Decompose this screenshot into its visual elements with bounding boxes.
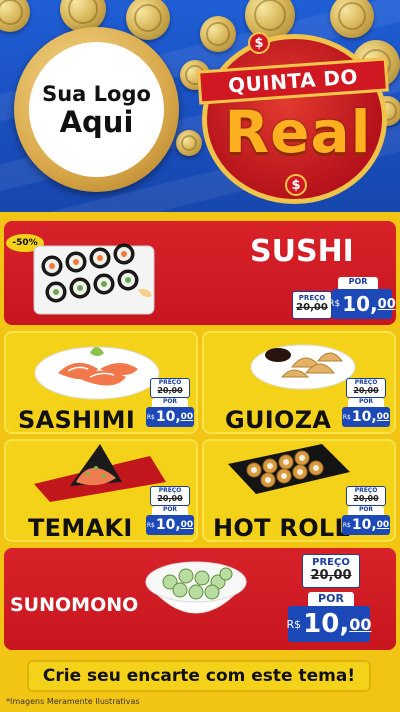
new-price-integer: 10: [342, 292, 371, 316]
por-label: POR: [338, 277, 378, 289]
old-price-label: PREÇO: [298, 294, 326, 302]
product-name-hot-roll: HOT ROLL: [213, 514, 351, 542]
currency-symbol: R$: [328, 299, 341, 309]
brand-emblem: QUINTA DO Real $ $: [190, 24, 400, 212]
logo-text-line2: Aqui: [59, 104, 134, 139]
product-name-temaki: TEMAKI: [28, 514, 133, 542]
new-price-cents: 00: [377, 296, 396, 312]
price-tag-sushi: PREÇO 20,00 POR R$ 10, 00: [292, 277, 396, 319]
coin-image: [0, 0, 30, 32]
brand-title-top: QUINTA DO: [227, 64, 359, 98]
dollar-coin-icon: $: [248, 32, 270, 54]
dollar-coin-icon: $: [285, 174, 307, 196]
price-tag-guioza: PREÇO 20,00 POR R$ 10, 00: [342, 378, 390, 427]
sashimi-plate-image: [34, 346, 160, 400]
logo-text-line1: Sua Logo: [42, 81, 151, 106]
disclaimer-text: *Imagens Meramente Ilustrativas: [6, 697, 140, 706]
product-name-sunomono: SUNOMONO: [10, 594, 139, 616]
coin-image: [126, 0, 170, 40]
brand-title-main: Real: [224, 98, 372, 166]
product-name-sushi: SUSHI: [250, 234, 354, 269]
old-price-value: 20,00: [296, 302, 328, 313]
sunomono-bowl-image: [144, 561, 248, 614]
price-tag-sashimi: PREÇO 20,00 POR R$ 10, 00: [146, 378, 194, 427]
hot-roll-plate-image: [228, 444, 350, 494]
call-to-action-banner[interactable]: Crie seu encarte com este tema!: [27, 660, 371, 692]
price-tag-hot-roll: PREÇO 20,00 POR R$ 10, 00: [342, 486, 390, 535]
logo-placeholder: Sua Logo Aqui: [29, 42, 164, 177]
price-tag-temaki: PREÇO 20,00 POR R$ 10, 00: [146, 486, 194, 535]
product-name-guioza: GUIOZA: [225, 406, 332, 434]
product-name-sashimi: SASHIMI: [18, 406, 136, 434]
header-banner: Sua Logo Aqui QUINTA DO Real $ $: [0, 0, 400, 212]
sushi-plate-image: [33, 243, 155, 315]
price-tag-sunomono: PREÇO 20,00 POR R$ 10, 00: [287, 554, 372, 644]
